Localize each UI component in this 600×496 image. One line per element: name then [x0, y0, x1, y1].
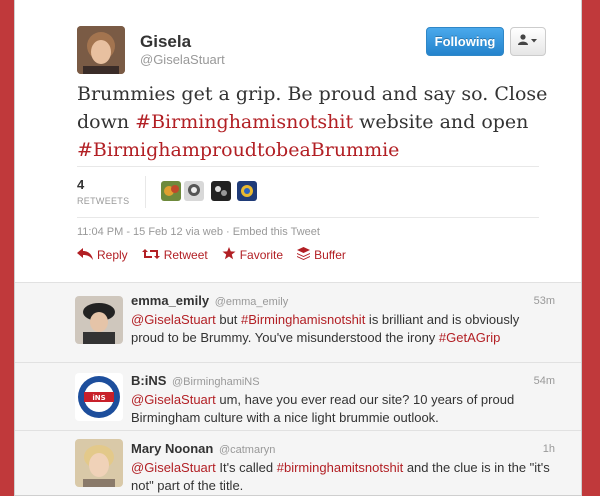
reply-avatar[interactable] — [75, 439, 123, 487]
mention-link[interactable]: @GiselaStuart — [131, 460, 216, 475]
divider — [77, 217, 539, 218]
retweet-action[interactable]: Retweet — [141, 247, 208, 263]
reply-action[interactable]: Reply — [77, 247, 128, 263]
divider — [77, 166, 539, 167]
buffer-label: Buffer — [314, 248, 346, 262]
mention-link[interactable]: @GiselaStuart — [131, 392, 216, 407]
author-avatar[interactable] — [77, 26, 125, 74]
retweet-icon — [141, 248, 160, 263]
reply-author-name[interactable]: B:iNS — [131, 373, 166, 388]
reply-avatar[interactable] — [75, 296, 123, 344]
favorite-label: Favorite — [239, 248, 284, 262]
author-handle[interactable]: @GiselaStuart — [140, 52, 225, 67]
retweeter-avatar[interactable] — [184, 181, 204, 201]
reply-text-part: but — [215, 312, 242, 327]
reply-text: @GiselaStuart but #Birminghamisnotshit i… — [131, 311, 551, 347]
reply-text: @GiselaStuart It's called #birminghamits… — [131, 459, 551, 495]
tweet-meta[interactable]: 11:04 PM - 15 Feb 12 via web · Embed thi… — [77, 226, 320, 238]
tweet-text: Brummies get a grip. Be proud and say so… — [77, 80, 557, 164]
retweets-label: RETWEETS — [77, 196, 130, 206]
retweet-label: Retweet — [163, 248, 208, 262]
retweeter-avatar[interactable] — [237, 181, 257, 201]
reply-author-handle[interactable]: @emma_emily — [215, 296, 289, 308]
tweet-text-part: website and open — [353, 111, 529, 133]
buffer-action[interactable]: Buffer — [297, 247, 346, 263]
reply-author-name[interactable]: Mary Noonan — [131, 441, 213, 456]
tweet-actions: Reply Retweet Favorite Buffer — [77, 247, 346, 263]
replies-list: emma_emily @emma_emily 53m @GiselaStuart… — [15, 282, 581, 495]
reply-timestamp[interactable]: 54m — [534, 375, 555, 387]
reply-text: @GiselaStuart um, have you ever read our… — [131, 391, 551, 427]
reply-header: emma_emily @emma_emily — [131, 293, 288, 308]
tweet-card: Gisela @GiselaStuart Following Brummies … — [14, 0, 582, 496]
divider — [145, 176, 146, 208]
user-actions-button[interactable] — [510, 27, 546, 56]
buffer-icon — [297, 247, 311, 263]
reply-header: B:iNS @BirminghamiNS — [131, 373, 260, 388]
retweeter-avatar[interactable] — [211, 181, 231, 201]
reply-avatar[interactable]: iNS — [75, 373, 123, 421]
reply-item[interactable]: emma_emily @emma_emily 53m @GiselaStuart… — [15, 283, 581, 363]
reply-timestamp[interactable]: 1h — [543, 443, 555, 455]
star-icon — [222, 247, 236, 263]
user-icon — [518, 33, 538, 51]
hashtag-link[interactable]: #Birminghamisnotshit — [135, 111, 353, 133]
reply-icon — [77, 247, 93, 263]
reply-label: Reply — [97, 248, 128, 262]
tweet-main: Gisela @GiselaStuart Following Brummies … — [15, 0, 581, 282]
reply-text-part: It's called — [215, 460, 277, 475]
svg-text:iNS: iNS — [92, 394, 105, 402]
reply-item[interactable]: Mary Noonan @catmaryn 1h @GiselaStuart I… — [15, 431, 581, 495]
favorite-action[interactable]: Favorite — [222, 247, 283, 263]
hashtag-link[interactable]: #BirmighamproudtobeaBrummie — [77, 139, 399, 161]
hashtag-link[interactable]: #Birminghamisnotshit — [241, 312, 365, 327]
retweets-count[interactable]: 4 — [77, 177, 84, 192]
reply-timestamp[interactable]: 53m — [534, 295, 555, 307]
reply-item[interactable]: iNS B:iNS @BirminghamiNS 54m @GiselaStua… — [15, 363, 581, 431]
reply-author-name[interactable]: emma_emily — [131, 293, 209, 308]
hashtag-link[interactable]: #GetAGrip — [439, 330, 500, 345]
retweeter-avatar[interactable] — [161, 181, 181, 201]
reply-author-handle[interactable]: @BirminghamiNS — [172, 376, 260, 388]
mention-link[interactable]: @GiselaStuart — [131, 312, 216, 327]
author-name[interactable]: Gisela — [140, 32, 191, 52]
hashtag-link[interactable]: #birminghamitsnotshit — [277, 460, 403, 475]
reply-author-handle[interactable]: @catmaryn — [219, 444, 275, 456]
following-button[interactable]: Following — [426, 27, 504, 56]
reply-header: Mary Noonan @catmaryn — [131, 441, 275, 456]
